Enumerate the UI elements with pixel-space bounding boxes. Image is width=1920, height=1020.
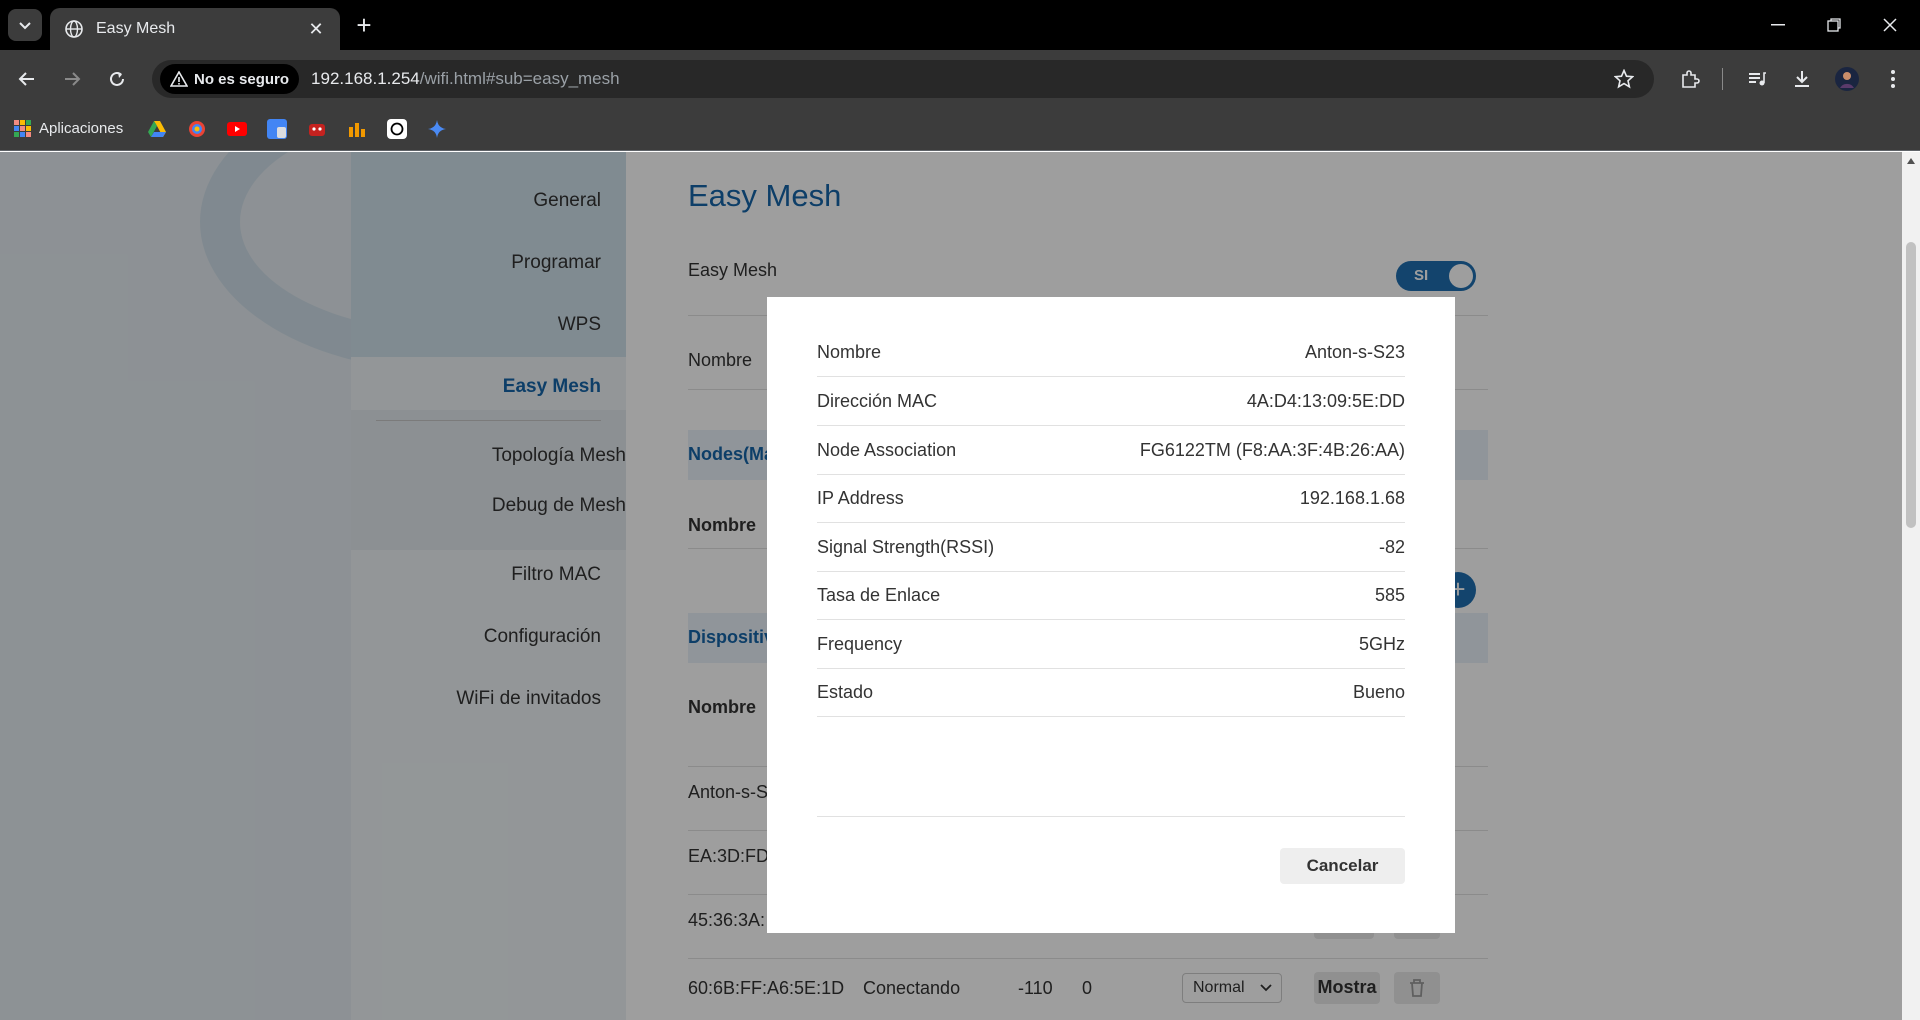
tab-search-button[interactable] xyxy=(8,9,42,41)
detail-value: 585 xyxy=(1374,585,1405,605)
app-bookmark-icon[interactable] xyxy=(307,119,327,139)
translate-bookmark-icon[interactable] xyxy=(267,118,288,139)
detail-value: Bueno xyxy=(1352,682,1405,702)
detail-value: -82 xyxy=(1378,537,1405,557)
bookmark-star-button[interactable] xyxy=(1612,67,1636,91)
close-tab-icon[interactable]: ✕ xyxy=(304,17,328,41)
close-icon xyxy=(1883,18,1897,32)
back-button[interactable] xyxy=(10,62,44,96)
download-icon xyxy=(1795,71,1809,87)
arrow-left-icon xyxy=(18,72,34,86)
scrollbar-thumb[interactable] xyxy=(1906,242,1916,528)
dialog-footer-divider xyxy=(817,816,1405,817)
detail-value: FG6122TM (F8:AA:3F:4B:26:AA) xyxy=(1139,440,1405,460)
minimize-button[interactable] xyxy=(1750,0,1806,50)
detail-row-nombre: Nombre Anton-s-S23 xyxy=(817,329,1405,377)
device-details-dialog: Nombre Anton-s-S23 Dirección MAC 4A:D4:1… xyxy=(767,297,1455,933)
apps-grid-icon xyxy=(14,120,31,137)
reload-icon xyxy=(110,71,124,86)
arrow-right-icon xyxy=(65,72,81,86)
close-window-button[interactable] xyxy=(1862,0,1918,50)
photos-bookmark-icon[interactable] xyxy=(187,119,207,139)
extensions-button[interactable] xyxy=(1673,62,1707,96)
detail-value: 4A:D4:13:09:5E:DD xyxy=(1246,391,1405,411)
chart-bookmark-icon[interactable] xyxy=(347,119,367,139)
detail-label: Node Association xyxy=(817,440,957,460)
warning-icon xyxy=(170,71,188,87)
restore-button[interactable] xyxy=(1806,0,1862,50)
detail-row-mac: Dirección MAC 4A:D4:13:09:5E:DD xyxy=(817,378,1405,426)
more-vert-icon xyxy=(1891,70,1895,88)
playlist-icon xyxy=(1749,72,1766,86)
detail-value: Anton-s-S23 xyxy=(1304,342,1405,362)
detail-value: 192.168.1.68 xyxy=(1299,488,1405,508)
tab-title: Easy Mesh xyxy=(96,20,176,37)
detail-row-estado: Estado Bueno xyxy=(817,669,1405,717)
star-icon xyxy=(1614,69,1634,89)
active-tab[interactable]: Easy Mesh ✕ xyxy=(50,8,340,50)
restore-icon xyxy=(1827,18,1841,32)
downloads-button[interactable] xyxy=(1785,62,1819,96)
tab-strip: Easy Mesh ✕ + xyxy=(0,0,1920,50)
globe-icon xyxy=(65,20,83,38)
browser-toolbar: No es seguro 192.168.1.254/wifi.html#sub… xyxy=(0,50,1920,107)
new-tab-button[interactable]: + xyxy=(350,11,378,39)
detail-label: Frequency xyxy=(817,634,903,654)
detail-label: IP Address xyxy=(817,488,904,508)
url-host: 192.168.1.254 xyxy=(311,69,420,88)
detail-row-link-rate: Tasa de Enlace 585 xyxy=(817,572,1405,620)
detail-label: Tasa de Enlace xyxy=(817,585,941,605)
media-control-button[interactable] xyxy=(1740,62,1774,96)
detail-row-rssi: Signal Strength(RSSI) -82 xyxy=(817,524,1405,572)
url-text[interactable]: 192.168.1.254/wifi.html#sub=easy_mesh xyxy=(311,69,620,89)
detail-label: Dirección MAC xyxy=(817,391,938,411)
youtube-bookmark-icon[interactable] xyxy=(227,119,248,139)
bookmark-apps[interactable]: Aplicaciones xyxy=(14,120,123,137)
minimize-icon xyxy=(1771,24,1785,26)
page-viewport: General Programar WPS Easy Mesh Topologí… xyxy=(0,152,1902,1020)
detail-label: Nombre xyxy=(817,342,882,362)
security-label: No es seguro xyxy=(194,70,290,88)
toolbar-divider xyxy=(1722,68,1723,90)
scroll-up-arrow-icon[interactable] xyxy=(1907,158,1915,164)
bookmarks-bar: Aplicaciones xyxy=(0,107,1920,151)
avatar xyxy=(1835,67,1859,91)
detail-row-ip: IP Address 192.168.1.68 xyxy=(817,475,1405,523)
profile-button[interactable] xyxy=(1830,62,1864,96)
detail-row-frequency: Frequency 5GHz xyxy=(817,621,1405,669)
detail-value: 5GHz xyxy=(1358,634,1405,654)
chevron-down-icon xyxy=(19,22,31,30)
drive-bookmark-icon[interactable] xyxy=(147,119,167,139)
page-scrollbar[interactable] xyxy=(1902,152,1920,1020)
url-path: /wifi.html#sub=easy_mesh xyxy=(419,69,620,88)
chatgpt-bookmark-icon[interactable] xyxy=(387,118,408,139)
gemini-bookmark-icon[interactable] xyxy=(427,119,447,139)
forward-button[interactable] xyxy=(55,62,89,96)
apps-label: Aplicaciones xyxy=(39,120,124,137)
detail-row-node-association: Node Association FG6122TM (F8:AA:3F:4B:2… xyxy=(817,427,1405,475)
reload-button[interactable] xyxy=(100,62,134,96)
cancel-button[interactable]: Cancelar xyxy=(1280,848,1405,884)
detail-label: Signal Strength(RSSI) xyxy=(817,537,995,557)
address-bar[interactable]: No es seguro 192.168.1.254/wifi.html#sub… xyxy=(152,60,1654,98)
security-chip[interactable]: No es seguro xyxy=(160,64,300,94)
detail-label: Estado xyxy=(817,682,874,702)
puzzle-icon xyxy=(1682,70,1700,88)
browser-menu-button[interactable] xyxy=(1876,62,1910,96)
